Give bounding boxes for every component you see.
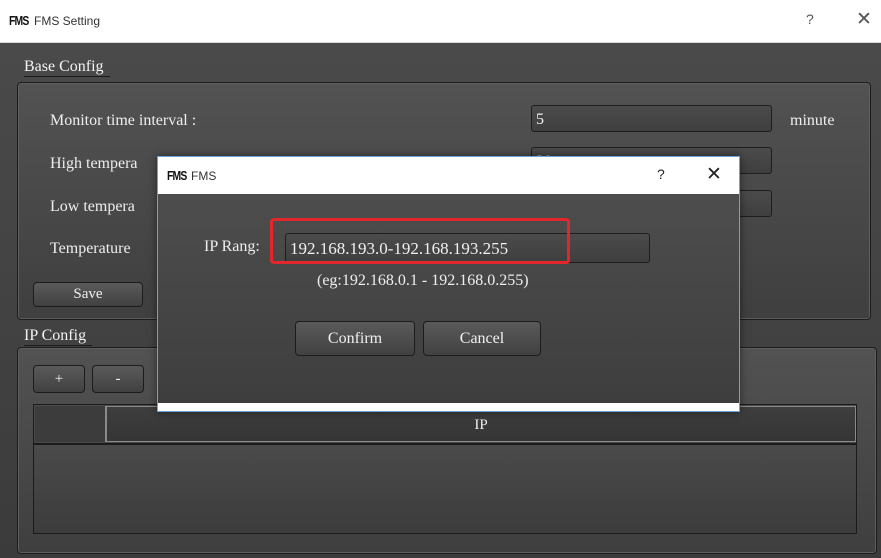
dialog-help-icon[interactable]: ? (657, 166, 665, 182)
monitor-interval-input[interactable]: 5 (531, 105, 772, 132)
dialog-title: FMS (191, 169, 217, 183)
highlight-box (270, 218, 570, 264)
ip-config-title: IP Config (24, 327, 93, 346)
dialog-titlebar: FMS FMS ? ✕ (158, 157, 739, 193)
monitor-interval-unit: minute (790, 112, 835, 129)
cancel-button[interactable]: Cancel (423, 321, 541, 356)
window-title: FMS Setting (34, 14, 101, 28)
monitor-interval-label: Monitor time interval : (50, 112, 197, 129)
window-titlebar: FMS FMS Setting ? ✕ (0, 0, 881, 43)
ip-range-example: (eg:192.168.0.1 - 192.168.0.255) (317, 272, 529, 289)
ip-table-corner[interactable] (35, 406, 106, 442)
dialog-logo: FMS (167, 168, 187, 183)
app-logo: FMS (9, 13, 29, 28)
confirm-button[interactable]: Confirm (295, 321, 415, 356)
help-icon[interactable]: ? (806, 11, 814, 27)
remove-ip-button[interactable]: - (92, 365, 144, 393)
ip-range-label: IP Rang: (204, 238, 260, 255)
temperature-label: Temperature (50, 240, 131, 257)
ip-table-body[interactable] (33, 444, 857, 534)
add-ip-button[interactable]: + (33, 365, 85, 393)
close-icon[interactable]: ✕ (856, 8, 872, 31)
dialog-close-icon[interactable]: ✕ (706, 163, 722, 186)
low-temp-label: Low tempera (50, 198, 135, 215)
save-button[interactable]: Save (33, 282, 143, 307)
base-config-title: Base Config (24, 58, 110, 77)
ip-range-dialog: FMS FMS ? ✕ IP Rang: 192.168.193.0-192.1… (157, 156, 740, 412)
high-temp-label: High tempera (50, 155, 138, 172)
